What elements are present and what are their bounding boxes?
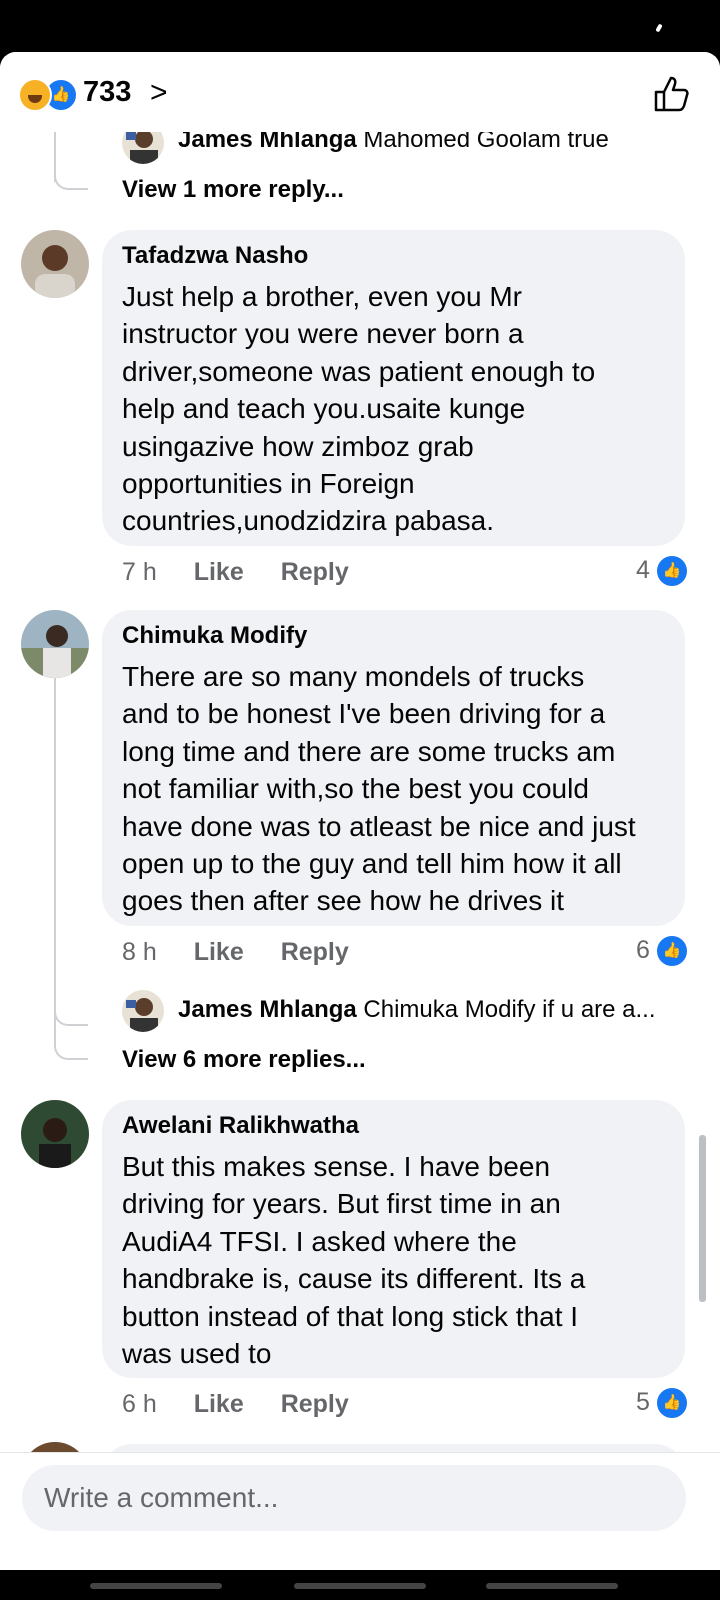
- scrollbar[interactable]: [699, 1135, 706, 1302]
- comment-actions: 8 h Like Reply: [122, 938, 379, 967]
- like-button[interactable]: Like: [194, 558, 244, 587]
- comment-time: 7 h: [122, 558, 157, 586]
- comment-bubble[interactable]: Awelani Ralikhwatha But this makes sense…: [102, 1100, 685, 1378]
- comment-text: But this makes sense. I have been drivin…: [122, 1151, 586, 1370]
- comment-author[interactable]: Tafadzwa Nasho: [122, 242, 308, 270]
- comment-text: There are so many mondels of trucks and …: [122, 661, 636, 917]
- reply-author[interactable]: James Mhlanga: [178, 996, 357, 1023]
- comment-composer: Write a comment...: [0, 1452, 720, 1570]
- reactions-header[interactable]: 👍 733 >: [0, 52, 720, 132]
- view-more-replies-link[interactable]: View 6 more replies...: [122, 1046, 366, 1074]
- view-more-replies-link[interactable]: View 1 more reply...: [122, 176, 344, 204]
- status-bar-indicator: [655, 23, 663, 33]
- comment-actions: 7 h Like Reply: [122, 558, 379, 587]
- reply-button[interactable]: Reply: [281, 1390, 349, 1419]
- thread-line: [54, 678, 56, 1024]
- thread-connector: [54, 992, 88, 1026]
- avatar[interactable]: [21, 1100, 89, 1168]
- comment-time: 8 h: [122, 938, 157, 966]
- like-count[interactable]: 6: [636, 936, 650, 965]
- home-button[interactable]: [294, 1583, 426, 1589]
- reaction-count[interactable]: 733: [83, 76, 131, 109]
- like-badge-icon: 👍: [655, 554, 689, 588]
- reply-button[interactable]: Reply: [281, 558, 349, 587]
- reply-button[interactable]: Reply: [281, 938, 349, 967]
- comment-input[interactable]: Write a comment...: [22, 1465, 686, 1531]
- comments-sheet: 👍 733 > James Mhlanga Mahomed Goolam tru…: [0, 52, 720, 1570]
- like-button[interactable]: Like: [194, 938, 244, 967]
- like-count[interactable]: 5: [636, 1388, 650, 1417]
- chevron-right-icon[interactable]: >: [150, 76, 168, 110]
- avatar[interactable]: [122, 990, 164, 1032]
- haha-reaction-icon: [18, 78, 52, 112]
- comment-bubble[interactable]: Tafadzwa Nasho Just help a brother, even…: [102, 230, 685, 546]
- comment-bubble[interactable]: Chimuka Modify There are so many mondels…: [102, 610, 685, 926]
- thread-connector: [54, 124, 88, 190]
- comment-time: 6 h: [122, 1390, 157, 1418]
- like-button[interactable]: Like: [194, 1390, 244, 1419]
- comment-actions: 6 h Like Reply: [122, 1390, 379, 1419]
- comment-text: Just help a brother, even you Mr instruc…: [122, 281, 596, 537]
- comment-author[interactable]: Chimuka Modify: [122, 622, 307, 650]
- reply-preview[interactable]: James Mhlanga Chimuka Modify if u are a.…: [178, 996, 688, 1024]
- back-button[interactable]: [486, 1583, 618, 1589]
- comment-author[interactable]: Awelani Ralikhwatha: [122, 1112, 359, 1140]
- like-post-icon[interactable]: [650, 72, 694, 116]
- avatar[interactable]: [21, 610, 89, 678]
- like-badge-icon: 👍: [655, 1386, 689, 1420]
- thread-connector: [54, 1022, 88, 1060]
- avatar[interactable]: [21, 230, 89, 298]
- like-count[interactable]: 4: [636, 556, 650, 585]
- recent-apps-button[interactable]: [90, 1583, 222, 1589]
- like-badge-icon: 👍: [655, 934, 689, 968]
- reply-text: Chimuka Modify if u are a...: [363, 996, 656, 1023]
